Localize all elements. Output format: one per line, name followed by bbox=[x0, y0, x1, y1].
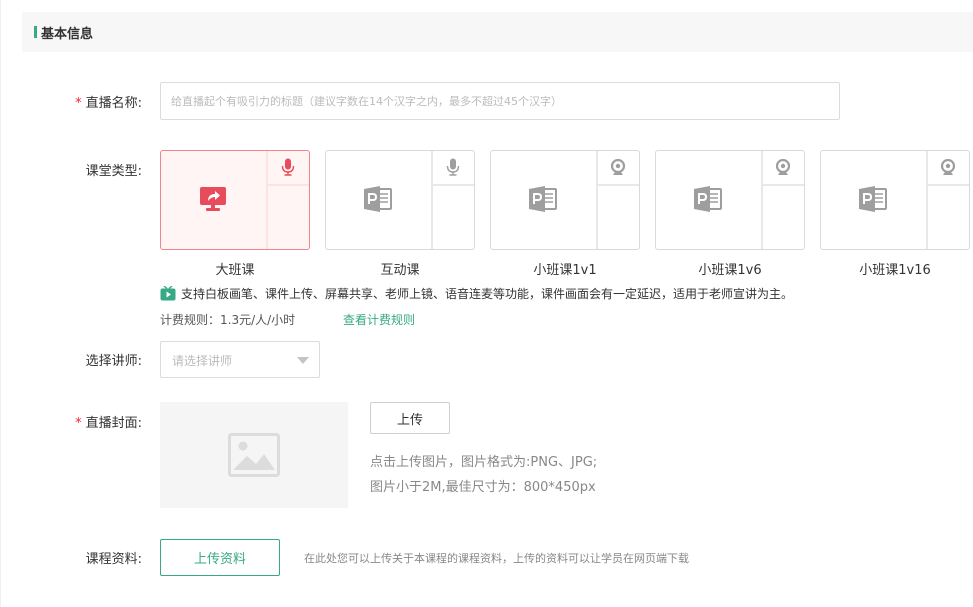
fee-rule-link[interactable]: 查看计费规则 bbox=[343, 311, 415, 328]
main-video-area bbox=[821, 151, 928, 249]
main-icon-wrap bbox=[199, 186, 227, 216]
ppt-icon bbox=[364, 186, 392, 212]
materials-label: 课程资料: bbox=[85, 552, 142, 567]
chevron-down-icon bbox=[297, 357, 309, 364]
tv-icon bbox=[160, 285, 176, 301]
main-icon-wrap bbox=[859, 186, 887, 216]
image-placeholder-icon bbox=[228, 433, 280, 477]
ppt-icon bbox=[694, 186, 722, 212]
cover-preview[interactable] bbox=[160, 402, 348, 508]
webcam-icon bbox=[610, 158, 626, 175]
class-type-option-3[interactable] bbox=[490, 150, 640, 250]
live-name-label: * 直播名称: bbox=[75, 92, 142, 111]
side-icon-wrap bbox=[775, 158, 791, 180]
teacher-select[interactable]: 请选择讲师 bbox=[160, 341, 320, 378]
class-type-option-2[interactable] bbox=[325, 150, 475, 250]
main-icon-wrap bbox=[529, 186, 557, 216]
main-video-area bbox=[161, 151, 268, 249]
materials-hint: 在此处您可以上传关于本课程的课程资料，上传的资料可以让学员在网页端下载 bbox=[304, 552, 689, 565]
webcam-icon bbox=[940, 158, 956, 175]
upload-materials-button[interactable]: 上传资料 bbox=[160, 539, 280, 576]
main-video-area bbox=[656, 151, 763, 249]
class-type-option-4[interactable] bbox=[655, 150, 805, 250]
teacher-select-placeholder: 请选择讲师 bbox=[172, 354, 233, 368]
side-video-area bbox=[433, 151, 474, 186]
section-title: 基本信息 bbox=[41, 27, 94, 42]
cover-label: * 直播封面: bbox=[75, 412, 142, 431]
side-video-area bbox=[598, 151, 639, 186]
ppt-icon bbox=[529, 186, 557, 212]
class-type-description: 支持白板画笔、课件上传、屏幕共享、老师上镜、语音连麦等功能，课件画面会有一定延迟… bbox=[160, 285, 793, 302]
teacher-label: 选择讲师: bbox=[85, 354, 142, 369]
main-icon-wrap bbox=[364, 186, 392, 216]
fee-rule: 计费规则：1.3元/人/小时 bbox=[160, 313, 296, 327]
webcam-icon bbox=[775, 158, 791, 175]
class-type-option-label: 小班课1v16 bbox=[859, 263, 931, 278]
cover-hint-line1: 点击上传图片，图片格式为:PNG、JPG; bbox=[370, 455, 598, 470]
class-type-description-text: 支持白板画笔、课件上传、屏幕共享、老师上镜、语音连麦等功能，课件画面会有一定延迟… bbox=[181, 287, 794, 301]
cover-upload-button[interactable]: 上传 bbox=[370, 402, 450, 434]
cover-hint-line2: 图片小于2M,最佳尺寸为：800*450px bbox=[370, 480, 596, 495]
required-mark: * bbox=[75, 416, 82, 431]
class-type-option-label: 小班课1v1 bbox=[533, 263, 597, 278]
class-type-label: 课堂类型: bbox=[85, 164, 142, 179]
side-video-area bbox=[763, 151, 804, 186]
side-video-area bbox=[928, 151, 969, 186]
left-edge-divider bbox=[0, 0, 1, 607]
section-header: 基本信息 bbox=[22, 12, 973, 52]
main-video-area bbox=[491, 151, 598, 249]
main-icon-wrap bbox=[694, 186, 722, 216]
class-type-option-1[interactable] bbox=[160, 150, 310, 250]
side-video-area bbox=[268, 151, 309, 186]
required-mark: * bbox=[75, 96, 82, 111]
class-type-option-label: 大班课 bbox=[215, 263, 255, 278]
class-type-option-5[interactable] bbox=[820, 150, 970, 250]
class-type-option-label: 互动课 bbox=[380, 263, 420, 278]
main-video-area bbox=[326, 151, 433, 249]
ppt-icon bbox=[859, 186, 887, 212]
live-name-label-text: 直播名称: bbox=[85, 96, 142, 111]
microphone-icon bbox=[281, 158, 295, 176]
side-icon-wrap bbox=[446, 158, 460, 180]
microphone-icon bbox=[446, 158, 460, 176]
side-icon-wrap bbox=[940, 158, 956, 180]
side-icon-wrap bbox=[281, 158, 295, 180]
class-type-option-label: 小班课1v6 bbox=[698, 263, 762, 278]
section-accent-bar bbox=[34, 26, 37, 38]
cover-label-text: 直播封面: bbox=[85, 416, 142, 431]
side-icon-wrap bbox=[610, 158, 626, 180]
screen-share-icon bbox=[200, 187, 226, 211]
live-name-input[interactable] bbox=[160, 82, 840, 120]
